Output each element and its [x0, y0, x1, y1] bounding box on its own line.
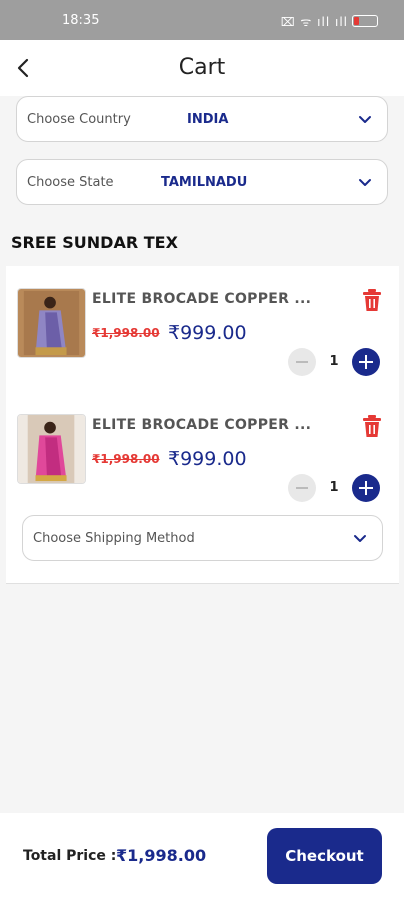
decrease-qty-button[interactable] — [288, 348, 316, 376]
original-price: ₹1,998.00 — [92, 452, 160, 466]
product-name[interactable]: ELITE BROCADE COPPER ... — [92, 291, 311, 307]
chevron-down-icon — [354, 535, 366, 542]
status-indicators: ⌧ ᯤ ıll ıll — [281, 13, 378, 30]
product-image[interactable] — [17, 414, 86, 484]
seller-name: SREE SUNDAR TEX — [11, 233, 178, 252]
chevron-down-icon — [359, 179, 371, 186]
original-price: ₹1,998.00 — [92, 326, 160, 340]
decrease-qty-button[interactable] — [288, 474, 316, 502]
country-select-label: Choose Country — [27, 112, 131, 127]
trash-icon — [363, 289, 381, 311]
product-image[interactable] — [17, 288, 86, 358]
delete-button[interactable] — [362, 414, 382, 438]
quantity-value: 1 — [329, 480, 339, 495]
chevron-down-icon — [359, 116, 371, 123]
state-select-value: TAMILNADU — [161, 175, 248, 190]
total-price-value: ₹1,998.00 — [116, 846, 207, 865]
status-bar: 18:35 ⌧ ᯤ ıll ıll — [0, 0, 404, 40]
saree-photo — [18, 415, 85, 483]
shipping-method-select[interactable]: Choose Shipping Method — [22, 515, 383, 561]
country-select[interactable]: Choose Country INDIA — [16, 96, 388, 142]
state-select[interactable]: Choose State TAMILNADU — [16, 159, 388, 205]
shipping-method-label: Choose Shipping Method — [33, 531, 195, 546]
increase-qty-button[interactable] — [352, 474, 380, 502]
product-name[interactable]: ELITE BROCADE COPPER ... — [92, 417, 311, 433]
total-price-label: Total Price : — [23, 848, 117, 864]
page-title: Cart — [178, 55, 226, 80]
increase-qty-button[interactable] — [352, 348, 380, 376]
status-time: 18:35 — [62, 13, 100, 28]
trash-icon — [363, 415, 381, 437]
saree-photo — [18, 289, 85, 357]
app-header: Cart — [0, 40, 404, 96]
checkout-button[interactable]: Checkout — [267, 828, 382, 884]
cart-item: ELITE BROCADE COPPER ... ₹1,998.00 ₹999.… — [6, 286, 399, 396]
checkout-footer: Total Price : ₹1,998.00 Checkout — [0, 813, 404, 900]
sale-price: ₹999.00 — [168, 322, 247, 344]
battery-icon — [352, 15, 378, 27]
cart-card: ELITE BROCADE COPPER ... ₹1,998.00 ₹999.… — [6, 266, 399, 584]
state-select-label: Choose State — [27, 175, 114, 190]
cart-item: ELITE BROCADE COPPER ... ₹1,998.00 ₹999.… — [6, 412, 399, 522]
signal-wifi-icons: ⌧ ᯤ ıll ıll — [280, 15, 348, 29]
delete-button[interactable] — [362, 288, 382, 312]
country-select-value: INDIA — [187, 112, 229, 127]
sale-price: ₹999.00 — [168, 448, 247, 470]
quantity-value: 1 — [329, 354, 339, 369]
